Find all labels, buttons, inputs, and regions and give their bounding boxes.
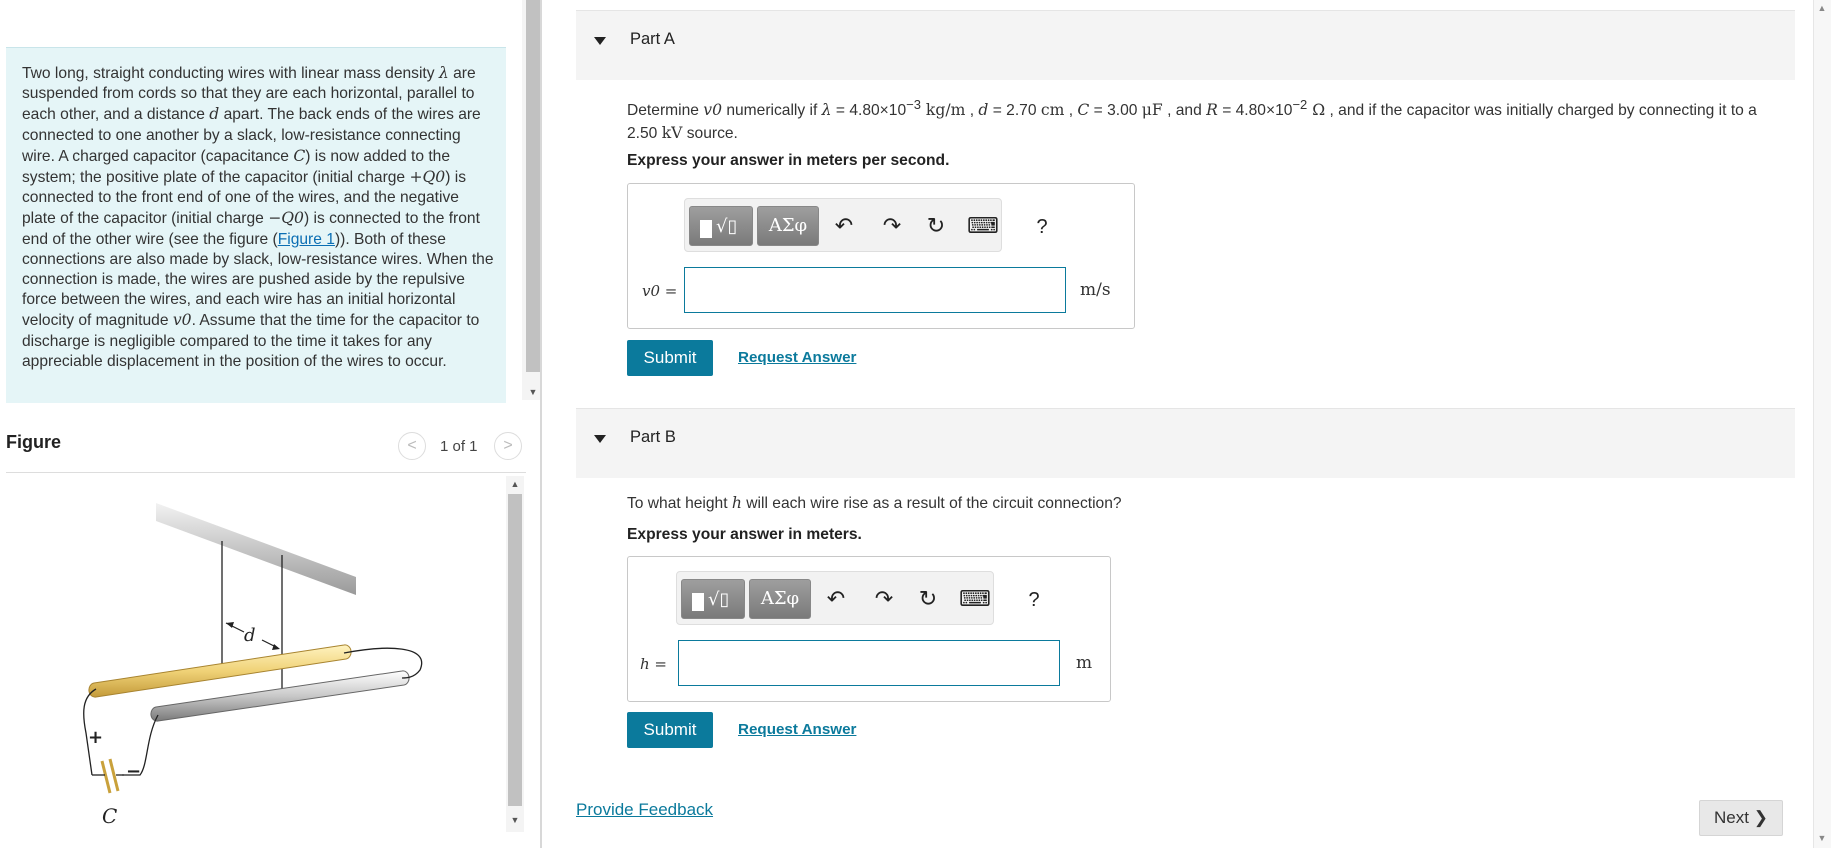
part-a-answer-input[interactable]	[684, 267, 1066, 313]
minus-q0-symbol: −Q0	[268, 209, 304, 228]
figure-divider	[6, 472, 526, 473]
part-a-answer-box: √▯ ΑΣφ ↶ ↷ ↻ ⌨ ? v0 = m/s	[627, 183, 1135, 329]
part-b-variable-label: h =	[640, 655, 667, 673]
left-scroll-down-icon[interactable]: ▼	[526, 386, 540, 398]
part-b-instruction: Express your answer in meters.	[627, 526, 862, 543]
templates-button[interactable]: √▯	[681, 579, 745, 619]
figure-image: d + − C	[6, 475, 506, 845]
part-b-header[interactable]: Part B	[576, 408, 1795, 478]
figure-next-button[interactable]: >	[494, 432, 522, 460]
wires-capacitor-diagram: d + − C	[83, 503, 423, 828]
figure-label-minus: −	[126, 761, 141, 782]
right-scrollbar-track[interactable]	[1813, 0, 1831, 848]
figure-label-d: d	[244, 625, 256, 646]
figure-1-link[interactable]: Figure 1	[278, 231, 335, 248]
template-square-icon	[692, 593, 704, 611]
part-a-title: Part A	[630, 30, 675, 48]
figure-label-plus: +	[88, 727, 103, 748]
part-a-header[interactable]: Part A	[576, 10, 1795, 80]
redo-icon[interactable]: ↷	[871, 587, 897, 613]
left-scrollbar-thumb[interactable]	[526, 0, 540, 372]
ceiling	[156, 503, 356, 595]
keyboard-icon[interactable]: ⌨	[959, 587, 991, 613]
figure-title: Figure	[6, 432, 62, 452]
template-square-icon	[700, 220, 712, 238]
left-pane: Two long, straight conducting wires with…	[0, 0, 540, 848]
greek-symbols-button[interactable]: ΑΣφ	[757, 206, 819, 246]
undo-icon[interactable]: ↶	[823, 587, 849, 613]
figure-prev-button[interactable]: <	[398, 432, 426, 460]
d-symbol: d	[209, 105, 220, 124]
reset-icon[interactable]: ↻	[923, 214, 949, 240]
undo-icon[interactable]: ↶	[831, 214, 857, 240]
lambda-symbol: λ	[438, 64, 449, 82]
right-scroll-down-icon[interactable]: ▼	[1815, 832, 1829, 844]
radical-icon: √▯	[716, 216, 738, 237]
provide-feedback-link[interactable]: Provide Feedback	[576, 800, 713, 820]
part-b-title: Part B	[630, 428, 676, 446]
part-b-question: To what height h will each wire rise as …	[627, 494, 1122, 512]
part-a-question: Determine v0 numerically if λ = 4.80×10−…	[627, 97, 1757, 143]
part-b-math-toolbar: √▯ ΑΣφ ↶ ↷ ↻ ⌨ ?	[676, 571, 1040, 625]
plus-q0-symbol: +Q0	[409, 168, 446, 187]
part-b-unit: m	[1076, 653, 1093, 673]
reset-icon[interactable]: ↻	[915, 587, 941, 613]
figure-scroll-down-icon[interactable]: ▼	[508, 814, 522, 826]
keyboard-icon[interactable]: ⌨	[967, 214, 999, 240]
part-a-unit: m/s	[1080, 280, 1111, 300]
right-scroll-up-icon[interactable]: ▲	[1815, 2, 1829, 14]
part-a-request-answer-link[interactable]: Request Answer	[738, 349, 856, 366]
collapse-caret-icon[interactable]	[594, 37, 606, 45]
part-b-answer-input[interactable]	[678, 640, 1060, 686]
part-a-variable-label: v0 =	[642, 282, 678, 300]
greek-symbols-button[interactable]: ΑΣφ	[749, 579, 811, 619]
part-a-instruction: Express your answer in meters per second…	[627, 152, 950, 169]
redo-icon[interactable]: ↷	[879, 214, 905, 240]
figure-scrollbar-thumb[interactable]	[508, 494, 522, 806]
capacitor-plate-positive	[100, 760, 112, 794]
right-pane: Part A Determine v0 numerically if λ = 4…	[542, 0, 1831, 848]
next-button[interactable]: Next ❯	[1699, 800, 1783, 836]
help-icon[interactable]: ?	[1021, 587, 1047, 613]
next-button-label: Next	[1714, 808, 1749, 827]
figure-label-c: C	[102, 804, 117, 828]
c-symbol: C	[293, 146, 306, 165]
part-b-answer-box: √▯ ΑΣφ ↶ ↷ ↻ ⌨ ? h = m	[627, 556, 1111, 702]
radical-icon: √▯	[708, 589, 730, 610]
templates-button[interactable]: √▯	[689, 206, 753, 246]
figure-scroll-up-icon[interactable]: ▲	[508, 478, 522, 490]
chevron-right-icon: >	[503, 437, 513, 454]
chevron-left-icon: <	[407, 437, 417, 454]
part-a-math-toolbar: √▯ ΑΣφ ↶ ↷ ↻ ⌨ ?	[684, 198, 1048, 252]
problem-statement: Two long, straight conducting wires with…	[6, 47, 506, 403]
figure-pager: 1 of 1	[440, 438, 478, 455]
part-a-submit-button[interactable]: Submit	[627, 340, 713, 376]
collapse-caret-icon[interactable]	[594, 435, 606, 443]
part-b-submit-button[interactable]: Submit	[627, 712, 713, 748]
chevron-right-icon: ❯	[1753, 808, 1768, 827]
help-icon[interactable]: ?	[1029, 214, 1055, 240]
v0-symbol: v0	[172, 311, 192, 330]
part-b-request-answer-link[interactable]: Request Answer	[738, 721, 856, 738]
